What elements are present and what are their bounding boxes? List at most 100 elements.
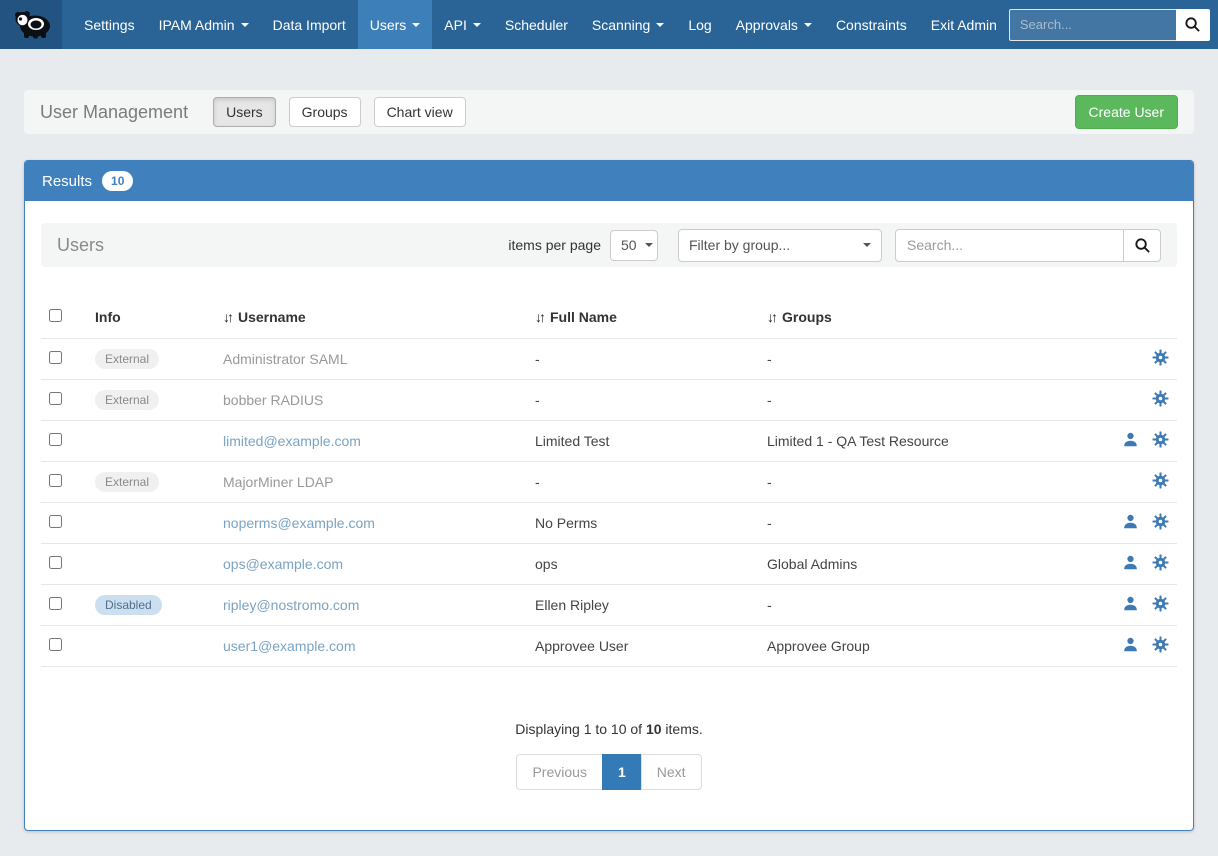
username-cell-text[interactable]: noperms@example.com [223, 515, 375, 531]
row-checkbox[interactable] [49, 556, 62, 569]
app-logo[interactable] [0, 0, 62, 49]
row-checkbox[interactable] [49, 515, 62, 528]
nav-item-users[interactable]: Users [358, 0, 433, 49]
filter-by-group-value: Filter by group... [689, 237, 790, 253]
users-toolbar: Users items per page 50 Filter by group.… [41, 223, 1177, 267]
nav-item-label: IPAM Admin [159, 17, 235, 33]
row-checkbox[interactable] [49, 474, 62, 487]
table-row: user1@example.com Approvee User Approvee… [41, 626, 1177, 667]
chevron-down-icon [412, 23, 420, 27]
full-name-cell: No Perms [527, 503, 759, 544]
global-search-input[interactable] [1009, 9, 1176, 41]
user-profile-icon[interactable] [1122, 636, 1139, 656]
groups-cell: Limited 1 - QA Test Resource [759, 421, 1091, 462]
column-header-groups[interactable]: ↓↑Groups [759, 301, 1091, 339]
gear-icon[interactable] [1152, 595, 1169, 615]
groups-cell: - [759, 585, 1091, 626]
user-profile-icon[interactable] [1122, 513, 1139, 533]
column-header-info: Info [87, 301, 215, 339]
full-name-cell: - [527, 380, 759, 421]
nav-item-approvals[interactable]: Approvals [724, 0, 824, 49]
nav-item-label: API [444, 17, 467, 33]
items-per-page-value: 50 [621, 237, 637, 253]
items-per-page-select[interactable]: 50 [610, 230, 658, 261]
nav-item-label: Scanning [592, 17, 650, 33]
table-search-button[interactable] [1123, 229, 1161, 262]
gear-icon[interactable] [1152, 431, 1169, 451]
chevron-down-icon [863, 243, 871, 247]
column-header-full-name[interactable]: ↓↑Full Name [527, 301, 759, 339]
users-section-title: Users [57, 235, 104, 256]
row-checkbox[interactable] [49, 351, 62, 364]
nav-item-scheduler[interactable]: Scheduler [493, 0, 580, 49]
username-cell-text[interactable]: limited@example.com [223, 433, 361, 449]
user-profile-icon[interactable] [1122, 554, 1139, 574]
nav-item-api[interactable]: API [432, 0, 493, 49]
username-cell-text: Administrator SAML [223, 351, 347, 367]
table-header-row: Info ↓↑Username ↓↑Full Name ↓↑Groups [41, 301, 1177, 339]
nav-item-settings[interactable]: Settings [72, 0, 147, 49]
nav-item-scanning[interactable]: Scanning [580, 0, 676, 49]
column-header-username[interactable]: ↓↑Username [215, 301, 527, 339]
nav-item-exit-admin[interactable]: Exit Admin [919, 0, 1009, 49]
row-checkbox[interactable] [49, 597, 62, 610]
full-name-cell: Ellen Ripley [527, 585, 759, 626]
gear-icon[interactable] [1152, 390, 1169, 410]
table-search [895, 229, 1161, 262]
row-checkbox[interactable] [49, 638, 62, 651]
gear-icon[interactable] [1152, 513, 1169, 533]
username-cell-text[interactable]: user1@example.com [223, 638, 356, 654]
chevron-down-icon [656, 23, 664, 27]
global-search [1009, 9, 1210, 41]
table-row: limited@example.com Limited Test Limited… [41, 421, 1177, 462]
gear-icon[interactable] [1152, 472, 1169, 492]
gear-icon[interactable] [1152, 349, 1169, 369]
user-profile-icon[interactable] [1122, 595, 1139, 615]
page-1-button[interactable]: 1 [602, 754, 642, 790]
pagination-controls: Previous 1 Next [41, 754, 1177, 790]
row-checkbox[interactable] [49, 392, 62, 405]
previous-page-button[interactable]: Previous [516, 754, 602, 790]
gear-icon[interactable] [1152, 636, 1169, 656]
table-row: External Administrator SAML - - [41, 339, 1177, 380]
status-badge: External [95, 472, 159, 492]
nav-item-data-import[interactable]: Data Import [261, 0, 358, 49]
username-cell-text[interactable]: ops@example.com [223, 556, 343, 572]
status-badge: Disabled [95, 595, 162, 615]
table-row: External MajorMiner LDAP - - [41, 462, 1177, 503]
gear-icon[interactable] [1152, 554, 1169, 574]
tab-groups[interactable]: Groups [289, 97, 361, 127]
user-profile-icon[interactable] [1122, 431, 1139, 451]
results-title: Results [42, 173, 92, 190]
top-navbar: Settings IPAM Admin Data Import Users AP… [0, 0, 1218, 49]
select-all-checkbox[interactable] [49, 309, 62, 322]
chevron-down-icon [804, 23, 812, 27]
nav-item-label: Approvals [736, 17, 798, 33]
username-cell-text[interactable]: ripley@nostromo.com [223, 597, 359, 613]
nav-item-constraints[interactable]: Constraints [824, 0, 919, 49]
global-search-button[interactable] [1176, 9, 1210, 41]
status-badge: External [95, 390, 159, 410]
nav-item-label: Settings [84, 17, 135, 33]
table-row: Disabled ripley@nostromo.com Ellen Riple… [41, 585, 1177, 626]
tab-chart-view[interactable]: Chart view [374, 97, 466, 127]
next-page-button[interactable]: Next [641, 754, 702, 790]
table-search-input[interactable] [895, 229, 1123, 262]
table-row: External bobber RADIUS - - [41, 380, 1177, 421]
groups-cell: - [759, 503, 1091, 544]
tab-users[interactable]: Users [213, 97, 276, 127]
nav-item-label: Data Import [273, 17, 346, 33]
sort-icon: ↓↑ [535, 309, 543, 325]
create-user-button[interactable]: Create User [1075, 95, 1178, 129]
row-checkbox[interactable] [49, 433, 62, 446]
full-name-cell: Approvee User [527, 626, 759, 667]
chevron-down-icon [241, 23, 249, 27]
sort-icon: ↓↑ [223, 309, 231, 325]
filter-by-group-select[interactable]: Filter by group... [678, 229, 882, 262]
nav-item-ipam-admin[interactable]: IPAM Admin [147, 0, 261, 49]
search-icon [1184, 16, 1201, 33]
full-name-cell: Limited Test [527, 421, 759, 462]
full-name-cell: ops [527, 544, 759, 585]
nav-item-log[interactable]: Log [676, 0, 723, 49]
nav-item-label: Log [688, 17, 711, 33]
